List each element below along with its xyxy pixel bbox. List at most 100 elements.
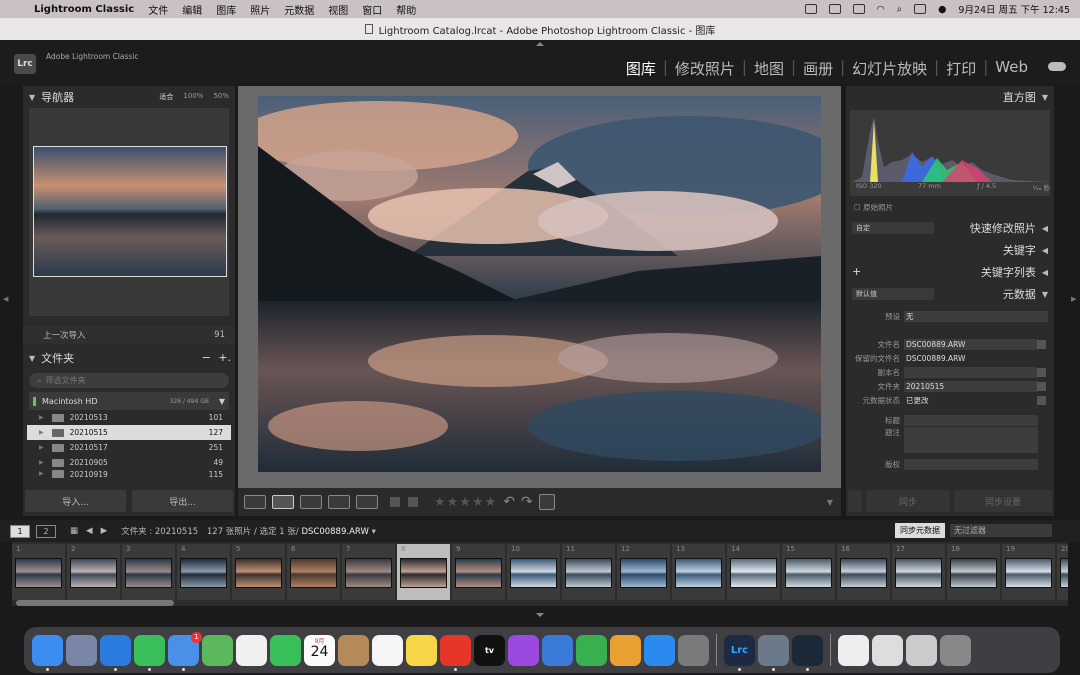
navigator-header[interactable]: ▼ 导航器 适合 100% 50% <box>23 86 235 108</box>
document-icon[interactable] <box>838 634 869 666</box>
sync-button[interactable]: 同步 <box>865 490 950 512</box>
folders-header[interactable]: ▼ 文件夹 − +. <box>23 347 235 369</box>
zoom-fit[interactable]: 适合 <box>159 92 173 102</box>
filmstrip-thumbnail[interactable]: 14 <box>727 544 780 600</box>
expand-triangle-icon[interactable]: ◀ <box>1042 268 1048 277</box>
survey-view-icon[interactable] <box>328 495 350 509</box>
menu-library[interactable]: 图库 <box>216 2 236 17</box>
grid-icon[interactable]: ▦ <box>70 526 78 536</box>
reject-flag-icon[interactable] <box>408 497 418 507</box>
export-button[interactable]: 导出... <box>132 490 233 512</box>
folder-search-input[interactable]: ⌕ 筛选文件夹 <box>29 373 229 388</box>
dropdown-icon[interactable]: ▾ <box>372 527 376 537</box>
preset-select[interactable]: 无 <box>904 310 1048 322</box>
folder-row-selected[interactable]: ▶ 20210515 127 <box>27 425 231 440</box>
metadata-status-button[interactable] <box>1037 395 1046 405</box>
filmstrip-thumbnail[interactable]: 18 <box>947 544 1000 600</box>
numbers-icon[interactable] <box>576 634 607 666</box>
expand-triangle-icon[interactable]: ◀ <box>1042 224 1048 233</box>
collapse-left-panel-icon[interactable]: ◀ <box>3 295 8 303</box>
filmstrip-thumbnail[interactable]: 9 <box>452 544 505 600</box>
star-rating[interactable]: ★★★★★ <box>434 495 497 510</box>
photos-icon[interactable] <box>236 634 267 666</box>
mail-icon[interactable]: 1 <box>168 631 202 671</box>
filmstrip-thumbnail[interactable]: 17 <box>892 544 945 600</box>
toolbar-menu-icon[interactable]: ▼ <box>827 498 833 507</box>
sync-metadata-button[interactable]: 同步元数据 <box>895 523 945 538</box>
filmstrip-scrollbar[interactable] <box>16 600 174 606</box>
menu-metadata[interactable]: 元数据 <box>284 2 314 17</box>
collapse-triangle-icon[interactable]: ▼ <box>29 354 35 363</box>
add-keyword-button[interactable]: + <box>852 265 861 278</box>
primary-window-button[interactable]: 1 <box>10 524 30 538</box>
clock[interactable]: 9月24日 周五 下午 12:45 <box>958 2 1070 16</box>
steam-icon[interactable] <box>792 634 823 671</box>
control-center-icon[interactable] <box>914 4 927 14</box>
volume-dropdown-icon[interactable]: ▼ <box>219 397 225 406</box>
reminders-icon[interactable] <box>372 634 403 666</box>
filter-select[interactable]: 无过滤器 <box>950 524 1052 537</box>
metadata-view-select[interactable]: 默认值 <box>852 288 934 300</box>
filmstrip-thumbnail[interactable]: 10 <box>507 544 560 600</box>
pages-icon[interactable] <box>610 634 641 666</box>
menu-window[interactable]: 窗口 <box>362 2 382 17</box>
module-web[interactable]: Web <box>995 58 1028 79</box>
filmstrip-source[interactable]: 文件夹 : 20210515 127 张照片 / 选定 1 张/ DSC0088… <box>121 525 376 537</box>
filmstrip-thumbnail[interactable]: 13 <box>672 544 725 600</box>
messages-icon[interactable] <box>134 634 165 671</box>
folder-row[interactable]: ▶ 20210517 251 <box>27 440 231 455</box>
crop-overlay-icon[interactable] <box>538 494 555 510</box>
folder-row[interactable]: ▶ 20210513 101 <box>27 410 231 425</box>
apple-tv-icon[interactable]: tv <box>474 634 505 666</box>
siri-icon[interactable]: ● <box>938 4 946 15</box>
filename-field[interactable]: DSC00889.ARW <box>904 338 1038 350</box>
menu-file[interactable]: 文件 <box>148 2 168 17</box>
pick-flag-icon[interactable] <box>390 497 400 507</box>
downloads-stack-icon[interactable] <box>906 634 937 666</box>
apple-icon[interactable] <box>12 3 26 15</box>
histogram[interactable]: ISO 320 77 mm ƒ / 4.5 ⅟₁₆ 秒 <box>850 110 1050 196</box>
secondary-window-button[interactable]: 2 <box>36 524 56 538</box>
expand-triangle-icon[interactable]: ▶ <box>39 459 44 466</box>
sync-toggle[interactable] <box>848 490 862 512</box>
filmstrip-thumbnail[interactable]: 1 <box>12 544 65 600</box>
collapse-triangle-icon[interactable]: ▼ <box>29 93 35 102</box>
wifi-icon[interactable]: ◠ <box>877 4 885 15</box>
main-photo[interactable] <box>258 96 821 472</box>
original-photo-toggle[interactable]: ☐ 原始照片 <box>846 198 1054 217</box>
menu-photo[interactable]: 照片 <box>250 2 270 17</box>
filmstrip-thumbnail[interactable]: 6 <box>287 544 340 600</box>
grid-view-icon[interactable] <box>244 495 266 509</box>
safari-icon[interactable] <box>100 634 131 671</box>
zoom-50[interactable]: 50% <box>213 92 229 102</box>
folder-row[interactable]: ▶ 20210919 115 <box>27 470 231 478</box>
forward-arrow-icon[interactable]: ▶ <box>101 526 108 536</box>
search-icon[interactable]: ⌕ <box>897 4 902 15</box>
expand-triangle-icon[interactable]: ▶ <box>39 429 44 436</box>
copy-name-button[interactable] <box>1037 367 1046 377</box>
expand-triangle-icon[interactable]: ▶ <box>39 414 44 421</box>
filmstrip-thumbnail[interactable]: 15 <box>782 544 835 600</box>
collapse-triangle-icon[interactable]: ▼ <box>1042 290 1048 299</box>
histogram-header[interactable]: 直方图 ▼ <box>846 86 1054 108</box>
filmstrip-thumbnail[interactable]: 12 <box>617 544 670 600</box>
menu-view[interactable]: 视图 <box>328 2 348 17</box>
system-preferences-icon[interactable] <box>678 634 709 666</box>
facetime-icon[interactable] <box>270 634 301 666</box>
copy-name-field[interactable] <box>904 366 1038 378</box>
filmstrip-thumbnail[interactable]: 5 <box>232 544 285 600</box>
screenshot-icon[interactable] <box>872 634 903 666</box>
go-to-folder-button[interactable] <box>1037 381 1046 391</box>
folder-field[interactable]: 20210515 <box>904 380 1038 392</box>
filmstrip-thumbnail[interactable]: 16 <box>837 544 890 600</box>
expand-triangle-icon[interactable]: ▶ <box>39 470 44 477</box>
caption-field[interactable] <box>904 427 1038 453</box>
filmstrip-thumbnail[interactable]: 8 <box>397 544 450 600</box>
collapse-right-panel-icon[interactable]: ▶ <box>1071 295 1076 303</box>
podcasts-icon[interactable] <box>508 634 539 666</box>
cloud-sync-icon[interactable] <box>1048 62 1066 71</box>
navigator-thumbnail[interactable] <box>33 146 227 277</box>
remove-folder-button[interactable]: − <box>202 351 211 364</box>
menu-help[interactable]: 帮助 <box>396 2 416 17</box>
back-arrow-icon[interactable]: ◀ <box>86 526 93 536</box>
